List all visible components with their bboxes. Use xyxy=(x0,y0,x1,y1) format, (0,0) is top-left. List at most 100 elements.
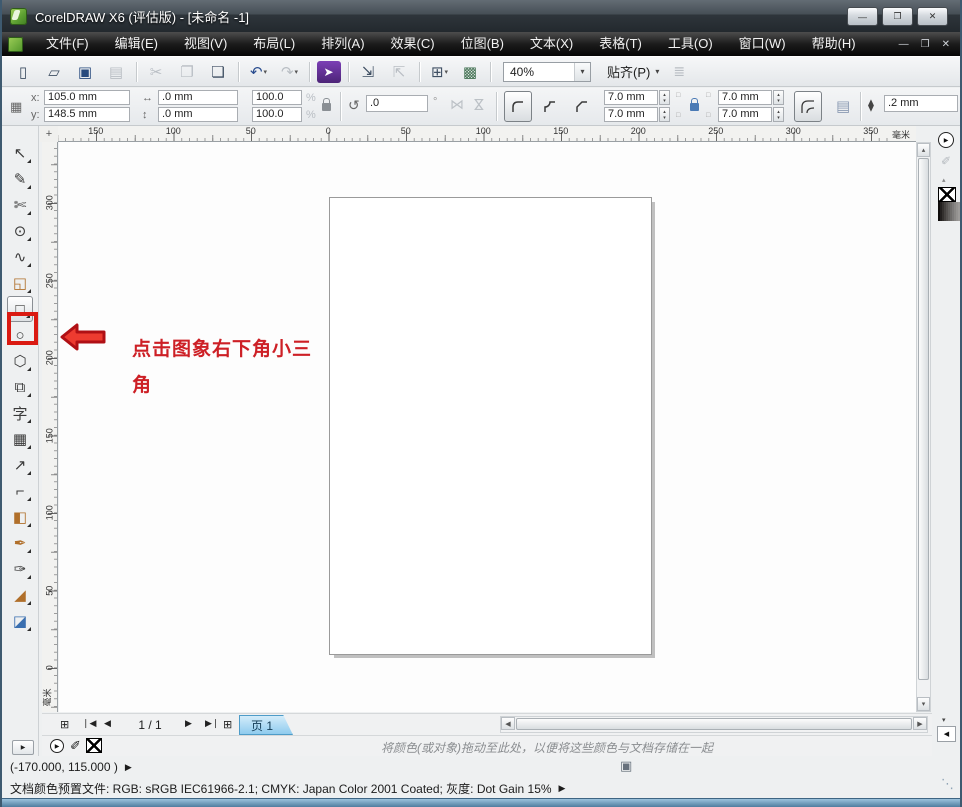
toolbar-button[interactable] xyxy=(305,60,314,84)
cut-button[interactable]: ✂ xyxy=(141,60,172,84)
toolbar-button[interactable] xyxy=(486,60,495,84)
scalloped-corner-button[interactable] xyxy=(536,91,564,122)
spinner-control[interactable]: ▴▾ xyxy=(773,107,784,122)
y-position-field[interactable]: 148.5 mm xyxy=(44,107,130,122)
add-page-button[interactable]: ⊞ xyxy=(60,718,69,731)
document-page[interactable] xyxy=(329,197,652,655)
welcome-screen-button[interactable]: ▩ xyxy=(455,60,486,84)
horizontal-scrollbar[interactable]: ◀ ▶ xyxy=(500,716,928,733)
vertical-ruler[interactable]: 300250200150100500 毫米 xyxy=(42,142,58,712)
print-button[interactable]: ▤ xyxy=(101,60,132,84)
text-tool[interactable]: 字 xyxy=(7,400,33,426)
object-width-field[interactable]: .0 mm xyxy=(158,90,238,105)
chevron-down-icon[interactable]: ▾ xyxy=(574,63,590,81)
toolbox-flyout-button[interactable]: ▶ xyxy=(12,740,34,755)
dimension-tool[interactable]: ↗ xyxy=(7,452,33,478)
connector-tool[interactable]: ⌐ xyxy=(7,478,33,504)
outline-width-field[interactable]: .2 mm xyxy=(884,95,958,112)
toolbar-button[interactable] xyxy=(415,60,424,84)
scroll-right-icon[interactable]: ▶ xyxy=(913,717,927,730)
export-button[interactable]: ⇱ xyxy=(384,60,415,84)
menu-layout[interactable]: 布局(L) xyxy=(240,32,308,56)
round-corner-button[interactable] xyxy=(504,91,532,122)
corner-lock-icon[interactable] xyxy=(690,103,699,111)
menu-window[interactable]: 窗口(W) xyxy=(726,32,799,56)
corner-radius-bl-field[interactable]: 7.0 mm xyxy=(604,107,658,122)
no-color-swatch[interactable] xyxy=(938,187,956,202)
menu-text[interactable]: 文本(X) xyxy=(517,32,586,56)
scale-y-field[interactable]: 100.0 xyxy=(252,107,302,122)
snap-to-dropdown[interactable]: 贴齐(P) ▾ xyxy=(607,62,659,81)
menu-arrange[interactable]: 排列(A) xyxy=(308,32,377,56)
drawing-canvas[interactable] xyxy=(59,142,916,712)
copy-button[interactable]: ❐ xyxy=(172,60,203,84)
next-page-button[interactable]: ▶ xyxy=(185,718,192,729)
zoom-level-select[interactable]: 40% ▾ xyxy=(503,62,591,82)
expand-arrow-icon[interactable]: ▶ xyxy=(125,762,132,773)
menu-table[interactable]: 表格(T) xyxy=(586,32,655,56)
chamfered-corner-button[interactable] xyxy=(568,91,596,122)
horizontal-ruler[interactable]: 15010050050100150200250300350 毫米 xyxy=(58,126,916,142)
document-minimize-button[interactable]: — xyxy=(899,39,909,50)
menu-effects[interactable]: 效果(C) xyxy=(378,32,448,56)
spinner-control[interactable]: ▴▾ xyxy=(659,107,670,122)
save-button[interactable]: ▣ xyxy=(70,60,101,84)
mirror-horizontal-icon[interactable]: ⋈ xyxy=(450,96,464,113)
menu-edit[interactable]: 编辑(E) xyxy=(102,32,171,56)
document-close-button[interactable]: ✕ xyxy=(942,39,950,50)
spinner-control[interactable]: ▴▾ xyxy=(659,90,670,105)
redo-button[interactable]: ↷▾ xyxy=(274,60,305,84)
basic-shapes-tool[interactable]: ⧉ xyxy=(7,374,33,400)
vertical-scrollbar-thumb[interactable] xyxy=(918,158,929,680)
document-restore-button[interactable]: ❐ xyxy=(921,39,930,50)
maximize-button[interactable]: ❐ xyxy=(882,7,913,26)
resize-grip-icon[interactable]: ⋱ xyxy=(941,776,954,792)
scale-lock-icon[interactable] xyxy=(322,103,331,111)
pick-tool[interactable]: ↖ xyxy=(7,140,33,166)
zoom-tool[interactable]: ⊙ xyxy=(7,218,33,244)
palette-scroll-up-icon[interactable]: ▴ xyxy=(942,176,946,184)
pen-tool[interactable]: ✑ xyxy=(7,556,33,582)
scroll-up-icon[interactable]: ▴ xyxy=(917,143,930,157)
horizontal-scrollbar-thumb[interactable] xyxy=(516,718,912,730)
palette-eyedropper-icon[interactable]: ✐ xyxy=(941,154,951,168)
palette-expand-button[interactable]: ◀ xyxy=(937,726,956,742)
first-page-button[interactable]: ❘◀ xyxy=(82,718,96,729)
page-tab[interactable]: 页 1 xyxy=(239,715,293,735)
application-launcher-button[interactable]: ⊞▾ xyxy=(424,60,455,84)
add-page-button[interactable]: ⊞ xyxy=(223,718,232,731)
x-position-field[interactable]: 105.0 mm xyxy=(44,90,130,105)
mirror-vertical-icon[interactable]: ⋈ xyxy=(471,98,488,112)
corner-radius-tr-field[interactable]: 7.0 mm xyxy=(718,90,772,105)
corner-radius-tl-field[interactable]: 7.0 mm xyxy=(604,90,658,105)
search-content-button[interactable]: ➤ xyxy=(317,61,341,83)
object-position-grid-icon[interactable]: ▦ xyxy=(10,99,22,115)
interactive-fill-tool[interactable]: ◪ xyxy=(7,608,33,634)
palette-flyout-button[interactable]: ▶ xyxy=(938,132,954,148)
shape-tool[interactable]: ✎ xyxy=(7,166,33,192)
spinner-control[interactable]: ▴▾ xyxy=(773,90,784,105)
object-height-field[interactable]: .0 mm xyxy=(158,107,238,122)
undo-button[interactable]: ↶▾ xyxy=(243,60,274,84)
menu-view[interactable]: 视图(V) xyxy=(171,32,240,56)
last-page-button[interactable]: ▶❘ xyxy=(205,718,219,729)
import-button[interactable]: ⇲ xyxy=(353,60,384,84)
menu-file[interactable]: 文件(F) xyxy=(33,32,102,56)
palette-scroll-down-icon[interactable]: ▾ xyxy=(942,716,946,724)
text-wrap-icon[interactable]: ▤ xyxy=(836,97,850,115)
toolbar-button[interactable] xyxy=(234,60,243,84)
scroll-left-icon[interactable]: ◀ xyxy=(501,717,515,730)
toolbar-button[interactable] xyxy=(132,60,141,84)
minimize-button[interactable]: — xyxy=(847,7,878,26)
vertical-scrollbar[interactable]: ▴ ▾ xyxy=(916,142,931,712)
scroll-down-icon[interactable]: ▾ xyxy=(917,697,930,711)
color-eyedropper-tool[interactable]: ✒ xyxy=(7,530,33,556)
close-button[interactable]: ✕ xyxy=(917,7,948,26)
freehand-tool[interactable]: ∿ xyxy=(7,244,33,270)
open-button[interactable]: ▱ xyxy=(39,60,70,84)
relative-corner-scaling-button[interactable] xyxy=(794,91,822,122)
menu-tools[interactable]: 工具(O) xyxy=(655,32,726,56)
toolbar-button[interactable] xyxy=(344,60,353,84)
status-object-icon[interactable]: ▣ xyxy=(620,758,632,774)
ruler-origin-icon[interactable]: + xyxy=(40,126,58,142)
